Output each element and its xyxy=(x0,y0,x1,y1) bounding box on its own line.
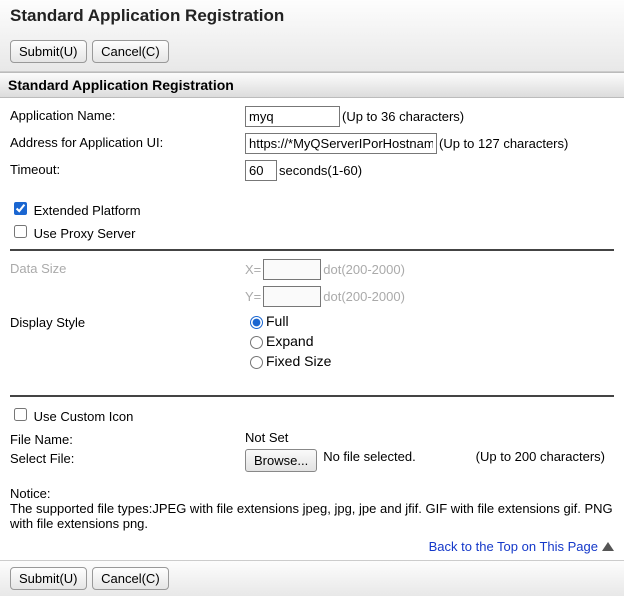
page-title: Standard Application Registration xyxy=(10,6,614,26)
form-area: Application Name: (Up to 36 characters) … xyxy=(0,98,624,195)
select-file-hint: (Up to 200 characters) xyxy=(476,449,605,464)
cancel-button-bottom[interactable]: Cancel(C) xyxy=(92,567,169,590)
section-title: Standard Application Registration xyxy=(0,72,624,98)
use-custom-icon-checkbox[interactable] xyxy=(14,408,27,421)
back-to-top-link[interactable]: Back to the Top on This Page xyxy=(429,539,598,554)
use-custom-icon-label: Use Custom Icon xyxy=(34,409,134,424)
submit-button-bottom[interactable]: Submit(U) xyxy=(10,567,87,590)
file-name-value: Not Set xyxy=(245,430,288,445)
cancel-button-top[interactable]: Cancel(C) xyxy=(92,40,169,63)
radio-full[interactable] xyxy=(250,316,263,329)
file-name-label: File Name: xyxy=(10,430,245,447)
select-file-label: Select File: xyxy=(10,449,245,466)
no-file-text: No file selected. xyxy=(323,449,416,464)
address-input[interactable] xyxy=(245,133,437,154)
notice-text: The supported file types:JPEG with file … xyxy=(10,501,614,531)
timeout-hint: seconds(1-60) xyxy=(279,163,362,178)
radio-full-label: Full xyxy=(266,313,289,329)
app-name-hint: (Up to 36 characters) xyxy=(342,109,464,124)
display-option-expand[interactable]: Expand xyxy=(245,333,331,349)
data-size-label: Data Size xyxy=(10,259,245,276)
data-x-input xyxy=(263,259,321,280)
timeout-input[interactable] xyxy=(245,160,277,181)
extended-platform-checkbox[interactable] xyxy=(14,202,27,215)
radio-fixed-label: Fixed Size xyxy=(266,353,331,369)
use-custom-icon-row[interactable]: Use Custom Icon xyxy=(10,409,133,424)
app-name-input[interactable] xyxy=(245,106,340,127)
display-option-full[interactable]: Full xyxy=(245,313,331,329)
separator xyxy=(10,249,614,251)
use-proxy-checkbox[interactable] xyxy=(14,225,27,238)
extended-platform-row[interactable]: Extended Platform xyxy=(10,203,141,218)
extended-platform-label: Extended Platform xyxy=(34,203,141,218)
data-y-input xyxy=(263,286,321,307)
display-style-label: Display Style xyxy=(10,313,245,330)
submit-button-top[interactable]: Submit(U) xyxy=(10,40,87,63)
footer: Submit(U) Cancel(C) xyxy=(0,560,624,596)
display-style-options: Full Expand Fixed Size xyxy=(245,313,331,373)
radio-expand-label: Expand xyxy=(266,333,313,349)
radio-expand[interactable] xyxy=(250,336,263,349)
use-proxy-label: Use Proxy Server xyxy=(34,226,136,241)
radio-fixed[interactable] xyxy=(250,356,263,369)
notice-label: Notice: xyxy=(10,486,614,501)
data-x-prefix: X= xyxy=(245,262,261,277)
data-x-hint: dot(200-2000) xyxy=(323,262,405,277)
address-hint: (Up to 127 characters) xyxy=(439,136,568,151)
data-y-prefix: Y= xyxy=(245,289,261,304)
display-option-fixed[interactable]: Fixed Size xyxy=(245,353,331,369)
up-triangle-icon xyxy=(602,542,614,551)
browse-button[interactable]: Browse... xyxy=(245,449,317,472)
address-label: Address for Application UI: xyxy=(10,133,245,150)
use-proxy-row[interactable]: Use Proxy Server xyxy=(10,226,136,241)
app-name-label: Application Name: xyxy=(10,106,245,123)
timeout-label: Timeout: xyxy=(10,160,245,177)
page-header: Standard Application Registration Submit… xyxy=(0,0,624,72)
data-y-hint: dot(200-2000) xyxy=(323,289,405,304)
separator-2 xyxy=(10,395,614,397)
